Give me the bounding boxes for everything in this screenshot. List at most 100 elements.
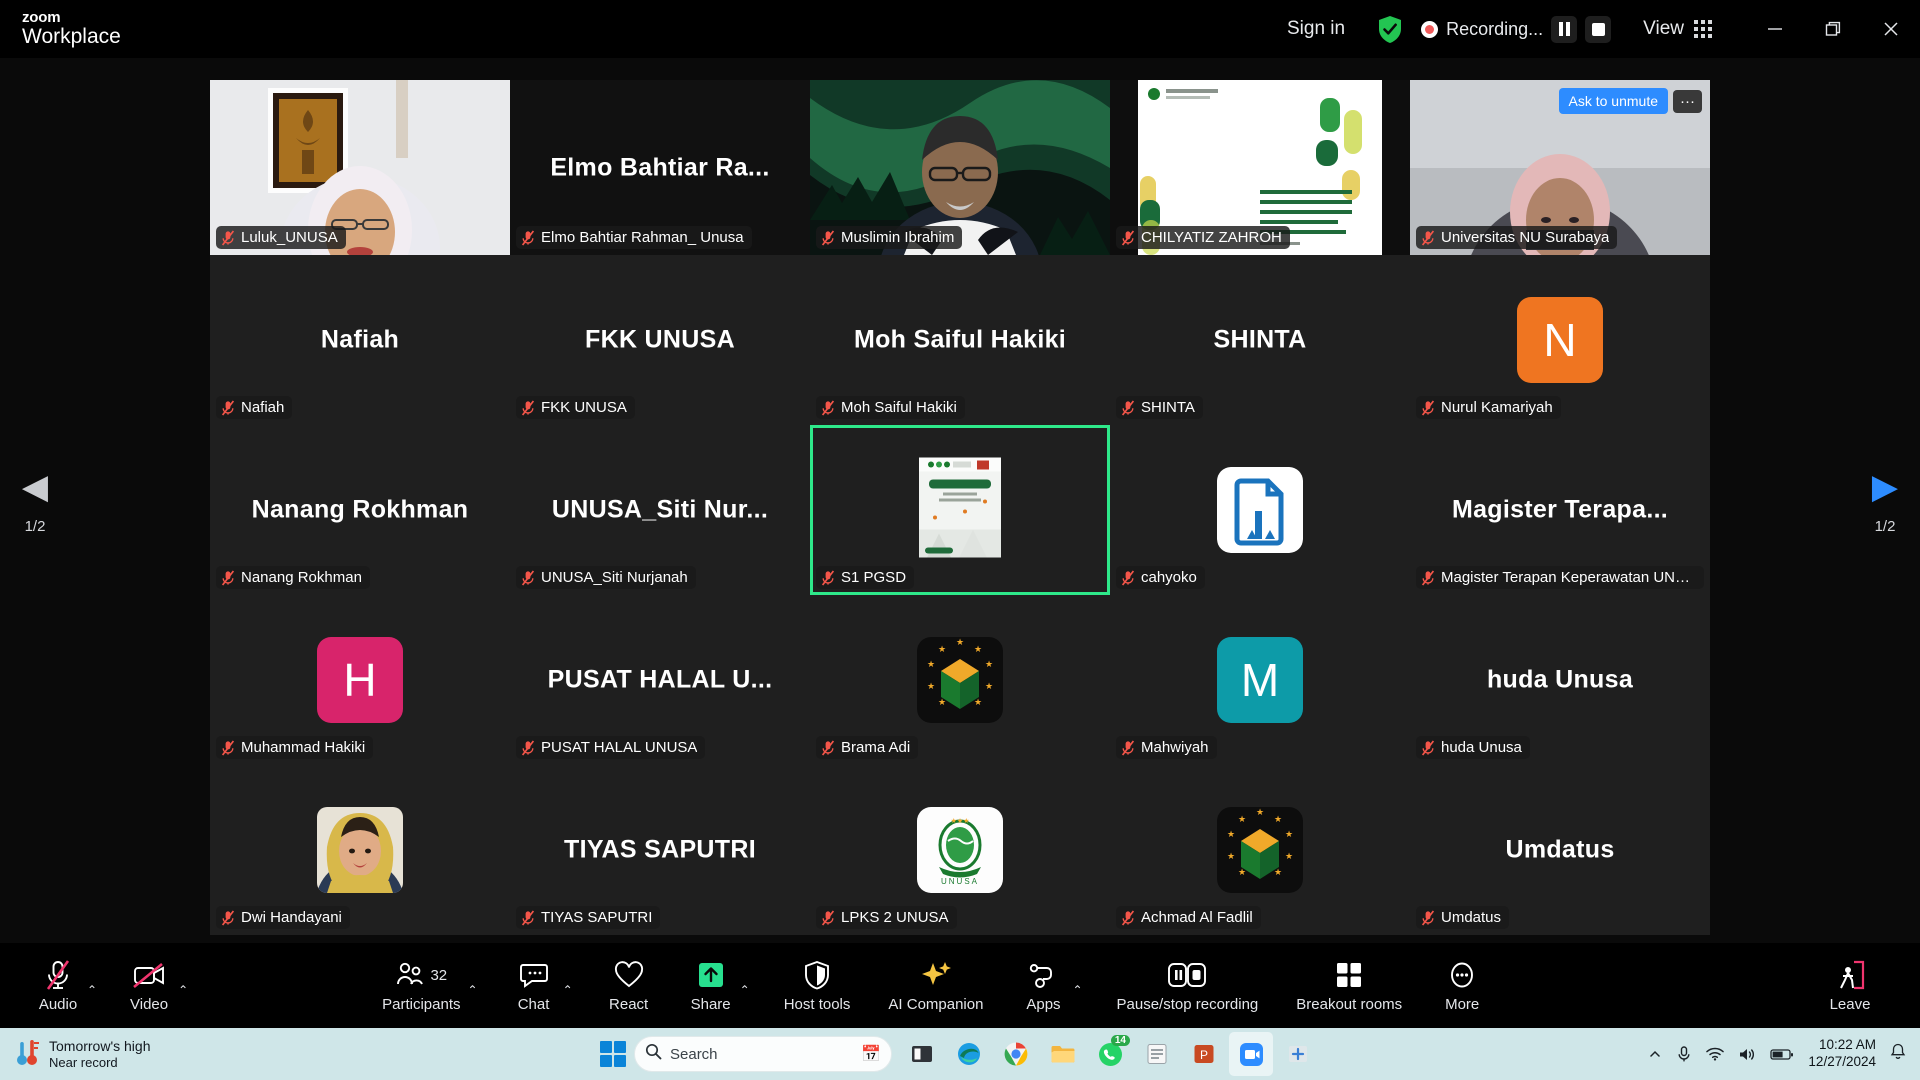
toolbar-group: Video ⌃	[123, 958, 188, 1013]
windows-start-icon[interactable]	[600, 1041, 626, 1067]
toolbar-apps-button[interactable]: Apps	[1017, 958, 1069, 1013]
participant-tile[interactable]: S1 PGSD	[810, 425, 1110, 595]
chevron-up-icon[interactable]: ⌃	[468, 983, 478, 997]
toolbar-video-button[interactable]: Video	[123, 958, 175, 1013]
participant-tile[interactable]: ★ ★ ★ ★ ★ ★ ★ ★ ★ Brama Adi	[810, 595, 1110, 765]
volume-icon[interactable]	[1738, 1047, 1756, 1062]
participant-tile[interactable]: huda Unusa huda Unusa	[1410, 595, 1710, 765]
chevron-up-icon[interactable]	[1648, 1047, 1662, 1061]
participant-tile[interactable]: CHILYATIZ ZAHROH	[1110, 80, 1410, 255]
participant-tile[interactable]: Moh Saiful Hakiki Moh Saiful Hakiki	[810, 255, 1110, 425]
toolbar-more-button[interactable]: More	[1436, 958, 1488, 1013]
tile-more-options-button[interactable]: ···	[1673, 89, 1702, 113]
view-label: View	[1643, 18, 1684, 39]
chrome-icon[interactable]	[994, 1032, 1038, 1076]
stop-icon[interactable]	[1585, 15, 1612, 43]
search-input[interactable]: Search 📅	[634, 1036, 892, 1072]
toolbar-item-label: Apps	[1026, 996, 1061, 1013]
ask-to-unmute-group: Ask to unmute ···	[1558, 88, 1702, 114]
participant-tile[interactable]: FKK UNUSA FKK UNUSA	[510, 255, 810, 425]
gallery-next-page[interactable]: ▶ 1/2	[1862, 470, 1908, 535]
toolbar-share-button[interactable]: Share	[685, 958, 737, 1013]
powerpoint-icon[interactable]: P	[1182, 1032, 1226, 1076]
chevron-up-icon[interactable]: ⌃	[178, 983, 188, 997]
taskbar-apps: 14 P	[900, 1032, 1320, 1076]
clock[interactable]: 10:22 AM 12/27/2024	[1808, 1037, 1876, 1071]
participant-name-label: Nanang Rokhman	[241, 569, 362, 586]
notepad-icon[interactable]	[1135, 1032, 1179, 1076]
toolbar-audio-button[interactable]: Audio	[32, 958, 84, 1013]
participant-tile[interactable]: H Muhammad Hakiki	[210, 595, 510, 765]
participant-tile[interactable]: UNUSA_Siti Nur... UNUSA_Siti Nurjanah	[510, 425, 810, 595]
shield-check-icon[interactable]	[1377, 15, 1403, 44]
ask-to-unmute-button[interactable]: Ask to unmute	[1558, 88, 1668, 114]
participant-tile[interactable]: UNUSA ★★★ LPKS 2 UNUSA	[810, 765, 1110, 935]
participant-tile[interactable]: SHINTA SHINTA	[1110, 255, 1410, 425]
task-view-icon[interactable]	[900, 1032, 944, 1076]
toolbar-react-button[interactable]: React	[603, 958, 655, 1013]
participant-tile[interactable]: M Mahwiyah	[1110, 595, 1410, 765]
zoom-workplace-logo: zoom Workplace	[22, 9, 121, 49]
participant-tile[interactable]: PUSAT HALAL U... PUSAT HALAL UNUSA	[510, 595, 810, 765]
microphone-muted-icon	[521, 399, 535, 416]
participant-tile[interactable]: Elmo Bahtiar Ra... Elmo Bahtiar Rahman_ U…	[510, 80, 810, 255]
participant-tile[interactable]: Magister Terapa... Magister Terapan Keper…	[1410, 425, 1710, 595]
restore-icon[interactable]	[1804, 0, 1862, 58]
chevron-up-icon[interactable]: ⌃	[740, 983, 750, 997]
pause-icon[interactable]	[1551, 15, 1578, 43]
camera-muted-icon	[132, 958, 166, 992]
wifi-icon[interactable]	[1706, 1047, 1725, 1061]
gallery-prev-page[interactable]: ◀ 1/2	[12, 470, 58, 535]
participant-name-badge: Muslimin Ibrahim	[816, 226, 963, 249]
participant-tile[interactable]: N Nurul Kamariyah	[1410, 255, 1710, 425]
store-icon[interactable]	[1276, 1032, 1320, 1076]
toolbar-pause-stop-recording-button[interactable]: Pause/stop recording	[1113, 958, 1263, 1013]
edge-icon[interactable]	[947, 1032, 991, 1076]
file-explorer-icon[interactable]	[1041, 1032, 1085, 1076]
participant-tile[interactable]: TIYAS SAPUTRI TIYAS SAPUTRI	[510, 765, 810, 935]
zoom-icon[interactable]	[1229, 1032, 1273, 1076]
participant-tile[interactable]: Umdatus Umdatus	[1410, 765, 1710, 935]
participant-name-badge: Dwi Handayani	[216, 906, 350, 929]
toolbar-ai-companion-button[interactable]: AI Companion	[884, 958, 987, 1013]
chevron-up-icon[interactable]: ⌃	[1072, 983, 1082, 997]
participant-display-name: PUSAT HALAL U...	[547, 665, 773, 694]
toolbar-chat-button[interactable]: Chat	[508, 958, 560, 1013]
participant-tile[interactable]: Muslimin Ibrahim	[810, 80, 1110, 255]
toolbar-item-label: Share	[690, 996, 731, 1013]
sign-in-button[interactable]: Sign in	[1273, 12, 1359, 46]
apps-icon	[1028, 958, 1058, 992]
svg-text:★: ★	[927, 659, 935, 669]
participant-name-badge: Nafiah	[216, 396, 293, 419]
gallery-row: Nanang Rokhman Nanang Rokhman UNUSA_Siti N…	[210, 425, 1710, 595]
toolbar-breakout-rooms-button[interactable]: Breakout rooms	[1292, 958, 1406, 1013]
weather-widget[interactable]: Tomorrow's high Near record	[16, 1037, 151, 1072]
chevron-right-icon: ▶	[1871, 468, 1899, 506]
leave-meeting-button[interactable]: Leave	[1824, 958, 1876, 1013]
leave-door-icon	[1834, 958, 1866, 992]
participant-tile[interactable]: Dwi Handayani	[210, 765, 510, 935]
participant-avatar: M	[1217, 637, 1303, 723]
participant-tile[interactable]: Ask to unmute ··· Universitas NU Surabaya	[1410, 80, 1710, 255]
chevron-up-icon[interactable]: ⌃	[563, 983, 573, 997]
view-button[interactable]: View	[1635, 12, 1720, 46]
participant-tile[interactable]: Luluk_UNUSA	[210, 80, 510, 255]
minimize-icon[interactable]	[1746, 0, 1804, 58]
bell-icon[interactable]	[1890, 1043, 1906, 1065]
microphone-muted-icon	[821, 739, 835, 756]
battery-icon[interactable]	[1770, 1048, 1794, 1061]
toolbar-host-tools-button[interactable]: Host tools	[780, 958, 855, 1013]
participant-tile[interactable]: Nanang Rokhman Nanang Rokhman	[210, 425, 510, 595]
whatsapp-icon[interactable]: 14	[1088, 1032, 1132, 1076]
page-indicator-left: 1/2	[24, 518, 46, 535]
participant-tile[interactable]: Nafiah Nafiah	[210, 255, 510, 425]
svg-text:★: ★	[938, 644, 946, 654]
toolbar-participants-button[interactable]: 32 Participants	[378, 958, 464, 1013]
close-icon[interactable]	[1862, 0, 1920, 58]
svg-text:★: ★	[956, 637, 964, 647]
mic-tray-icon[interactable]	[1676, 1045, 1692, 1063]
participant-tile[interactable]: cahyoko	[1110, 425, 1410, 595]
share-screen-icon	[696, 958, 726, 992]
participant-tile[interactable]: ★ ★ ★ ★ ★ ★ ★ ★ ★ Achmad Al Fadlil	[1110, 765, 1410, 935]
chevron-up-icon[interactable]: ⌃	[87, 983, 97, 997]
